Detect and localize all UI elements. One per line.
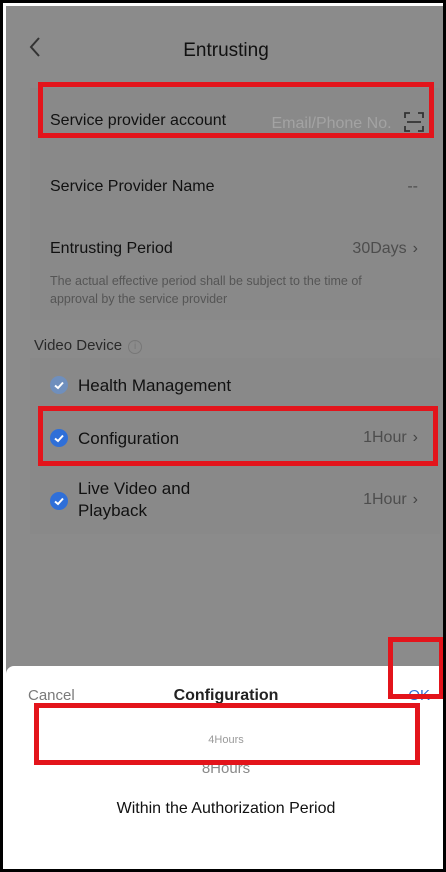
screenshot-frame: Entrusting Service provider account Emai… bbox=[0, 0, 446, 872]
period-value: 30Days bbox=[352, 240, 407, 257]
checkbox-checked-icon[interactable] bbox=[50, 376, 68, 394]
header: Entrusting bbox=[6, 6, 443, 88]
video-device-label: Video Device bbox=[34, 337, 123, 354]
device-item[interactable]: Health Management bbox=[30, 358, 440, 410]
picker-sheet: Cancel Configuration OK 4Hours 8Hours Wi… bbox=[6, 666, 443, 869]
picker-option-selected[interactable]: Within the Authorization Period bbox=[6, 800, 443, 818]
page-title: Entrusting bbox=[183, 40, 269, 61]
checkbox-checked-icon[interactable] bbox=[50, 492, 68, 510]
device-item-value-wrap: 1Hour › bbox=[363, 491, 418, 509]
screen: Entrusting Service provider account Emai… bbox=[6, 6, 443, 869]
highlight-configuration bbox=[38, 406, 438, 466]
highlight-ok bbox=[388, 637, 443, 699]
device-item-label: Live Video and Playback bbox=[78, 479, 191, 520]
video-device-section-label: Video Device i bbox=[34, 337, 143, 354]
chevron-right-icon: › bbox=[412, 491, 418, 508]
device-item[interactable]: Live Video and Playback 1Hour › bbox=[30, 466, 440, 534]
provider-name-value: -- bbox=[407, 178, 418, 195]
device-item-label: Health Management bbox=[78, 376, 232, 395]
provider-name-row: Service Provider Name -- bbox=[30, 158, 440, 216]
period-note: The actual effective period shall be sub… bbox=[50, 274, 362, 306]
highlight-selected-option bbox=[34, 703, 420, 765]
device-item-value: 1Hour bbox=[363, 491, 407, 508]
chevron-right-icon: › bbox=[412, 240, 418, 257]
highlight-account bbox=[38, 82, 434, 138]
entrusting-period-row[interactable]: Entrusting Period 30Days › The actual eff… bbox=[30, 216, 440, 320]
info-icon[interactable]: i bbox=[128, 340, 143, 354]
period-value-wrap: 30Days › bbox=[352, 240, 418, 258]
provider-name-label: Service Provider Name bbox=[50, 178, 215, 195]
period-label: Entrusting Period bbox=[50, 240, 173, 257]
